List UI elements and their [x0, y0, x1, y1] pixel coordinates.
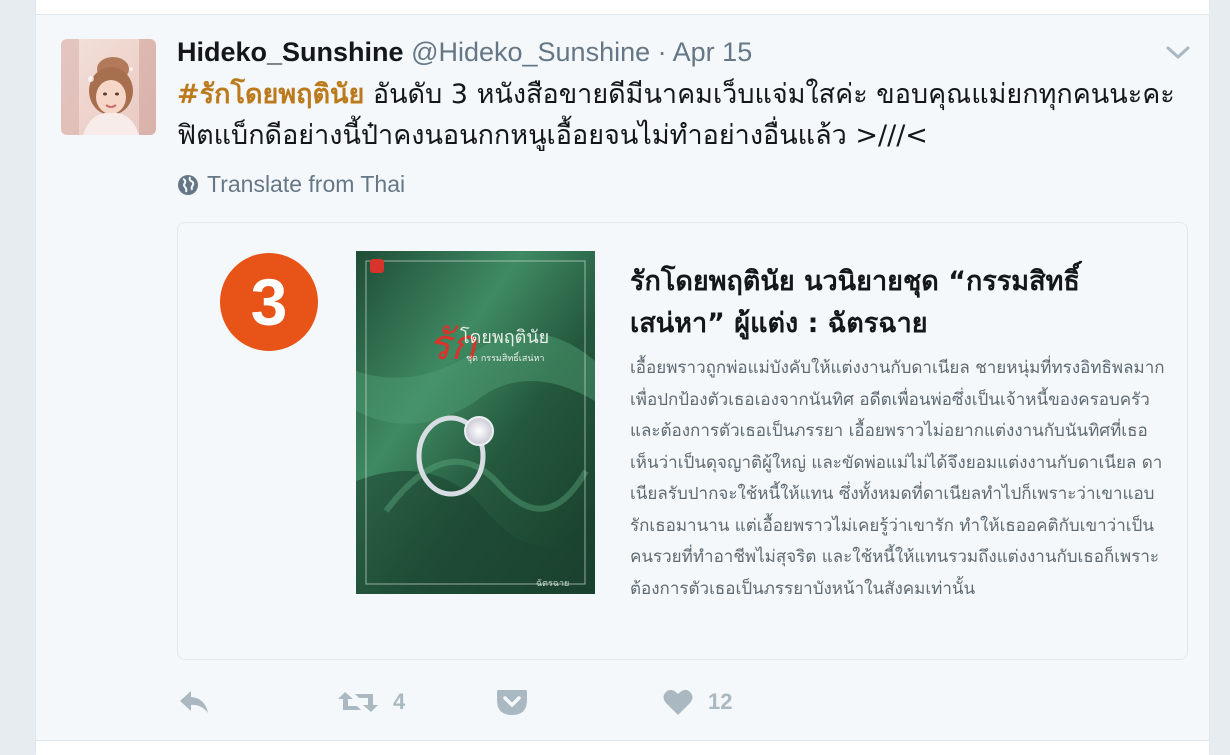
- next-tweet-edge: [36, 740, 1209, 755]
- tweet-fullname[interactable]: Hideko_Sunshine: [177, 37, 404, 67]
- like-button[interactable]: 12: [662, 680, 732, 724]
- tweet-separator: ·: [657, 37, 667, 67]
- tweet-username[interactable]: @Hideko_Sunshine: [411, 37, 650, 67]
- link-card[interactable]: 3 รัก โดยพฤตินัย ชุด กรรมสิทธิ์เสน่หา ฉั…: [177, 222, 1188, 660]
- translate-link[interactable]: Translate from Thai: [177, 171, 405, 198]
- retweet-count: 4: [393, 689, 406, 714]
- avatar-image: [61, 39, 156, 135]
- chevron-down-icon[interactable]: [1165, 40, 1191, 66]
- avatar[interactable]: [61, 39, 156, 135]
- translate-label: Translate from Thai: [207, 171, 406, 197]
- tweet-text-line-2: ฟิตแบ็กดีอย่างนี้ป๋าคงนอนกกหนูเอื้อยจนไม…: [177, 120, 928, 151]
- retweet-button[interactable]: 4: [337, 680, 405, 724]
- cover-subtitle: โดยพฤตินัย: [460, 326, 549, 348]
- tweet-timestamp[interactable]: Apr 15: [673, 37, 753, 67]
- globe-icon: [178, 174, 198, 195]
- tweet-text-body-1: อันดับ 3 หนังสือขายดีมีนาคมเว็บแจ่มใสค่ะ…: [364, 79, 1175, 110]
- rank-number: 3: [250, 265, 288, 339]
- pocket-icon: [497, 690, 527, 715]
- heart-icon: [663, 689, 693, 715]
- card-title[interactable]: รักโดยพฤตินัย นวนิยายชุด “กรรมสิทธิ์เสน่…: [630, 261, 1150, 345]
- previous-tweet-edge: [36, 0, 1209, 15]
- reply-button[interactable]: [177, 680, 211, 724]
- hashtag-link[interactable]: #รักโดยพฤตินัย: [177, 79, 364, 110]
- like-count: 12: [708, 689, 733, 714]
- retweet-icon: [338, 692, 378, 712]
- book-cover-image: รัก โดยพฤตินัย ชุด กรรมสิทธิ์เสน่หา ฉัตร…: [356, 251, 595, 594]
- tweet-actions: 4 12: [177, 680, 877, 724]
- tweet-text: #รักโดยพฤตินัย อันดับ 3 หนังสือขายดีมีนา…: [177, 74, 1187, 156]
- reply-icon: [180, 691, 208, 713]
- save-pocket-button[interactable]: [495, 680, 529, 724]
- tweet-text-line-1: #รักโดยพฤตินัย อันดับ 3 หนังสือขายดีมีนา…: [177, 74, 1187, 115]
- cover-author: ฉัตรฉาย: [536, 579, 569, 589]
- timeline: Hideko_Sunshine @Hideko_Sunshine · Apr 1…: [35, 0, 1210, 755]
- rank-badge: 3: [220, 253, 318, 351]
- tweet-header: Hideko_Sunshine @Hideko_Sunshine · Apr 1…: [177, 36, 752, 68]
- card-description: เอื้อยพราวถูกพ่อแม่บังคับให้แต่งงานกับดา…: [630, 358, 1165, 599]
